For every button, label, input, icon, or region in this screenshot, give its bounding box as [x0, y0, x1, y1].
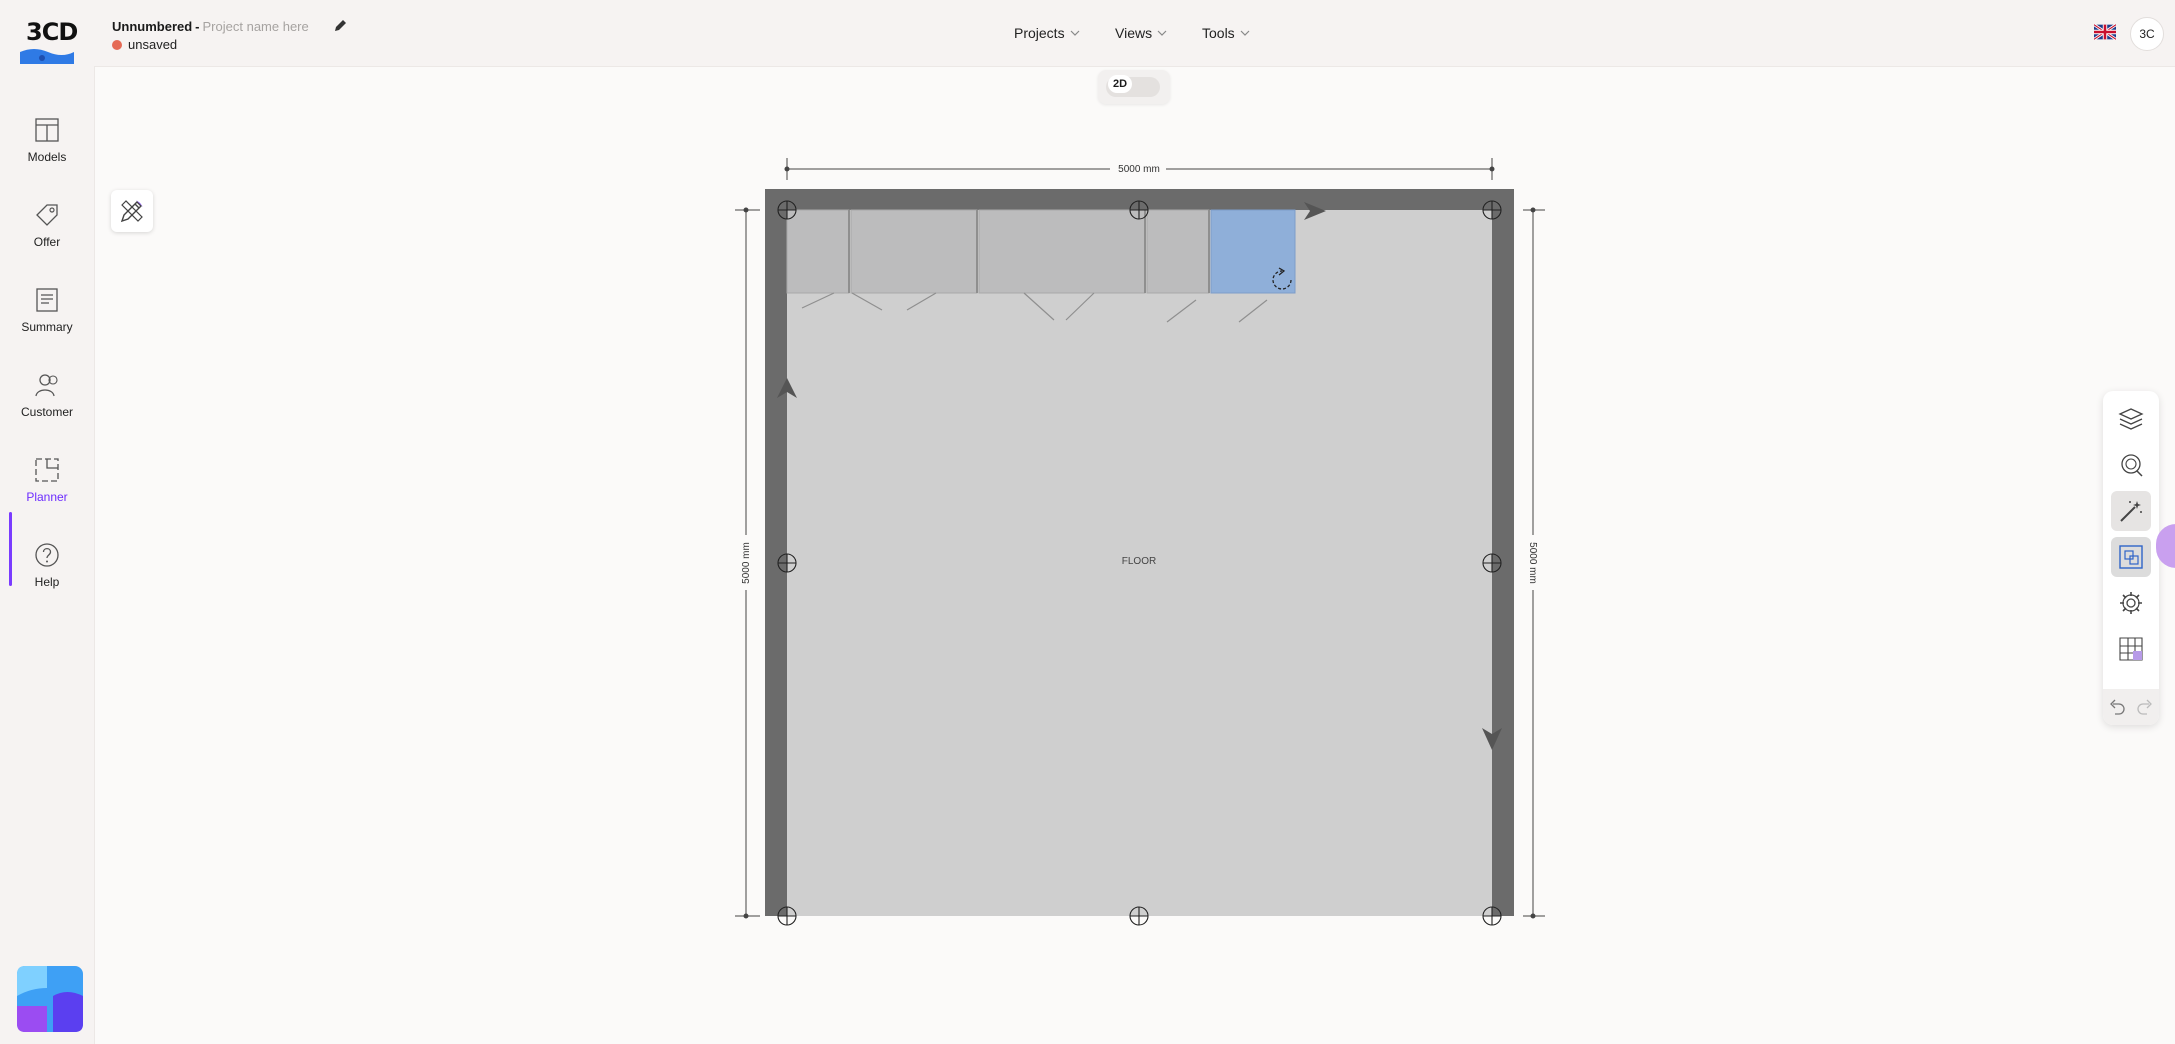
floor-label: FLOOR: [1122, 556, 1156, 567]
save-status: unsaved: [112, 37, 177, 52]
cabinet[interactable]: [786, 209, 850, 294]
sidebar-item-label: Summary: [21, 320, 73, 334]
cabinet[interactable]: [978, 209, 1146, 294]
status-dot-icon: [112, 39, 122, 50]
summary-icon: [36, 288, 58, 312]
right-dimension-label: 5000 mm: [1527, 542, 1538, 584]
models-icon: [35, 118, 59, 142]
app-logo[interactable]: 3CD: [18, 14, 78, 66]
title-separator: -: [195, 19, 200, 34]
search-zoom-icon: [2121, 454, 2143, 477]
view-mode-toggle[interactable]: 2D: [1098, 70, 1170, 104]
width-dimension-label: 5000 mm: [1118, 164, 1160, 175]
right-toolbar: [2103, 391, 2159, 725]
sidebar-item-help[interactable]: Help: [0, 541, 94, 589]
toggle-2d-label: 2D: [1108, 75, 1132, 93]
layers-button[interactable]: [2111, 399, 2151, 439]
customer-icon: [35, 374, 58, 397]
sidebar-item-label: Customer: [20, 405, 73, 419]
project-title[interactable]: Unnumbered - Project name here: [112, 19, 309, 34]
sidebar-item-summary[interactable]: Summary: [0, 286, 94, 334]
sidebar: Models Offer Summary Customer Planner He…: [0, 66, 95, 1044]
select-area-button[interactable]: [2111, 537, 2151, 577]
tag-icon: [36, 204, 58, 226]
nav-views[interactable]: Views: [1115, 25, 1167, 41]
magic-wand-button[interactable]: [2111, 491, 2151, 531]
wall-direction-arrow-icon: [1304, 202, 1326, 220]
nav-projects-label: Projects: [1014, 25, 1065, 41]
zoom-search-button[interactable]: [2111, 445, 2151, 485]
sidebar-item-label: Help: [34, 575, 60, 589]
sidebar-item-offer[interactable]: Offer: [0, 201, 94, 249]
chevron-down-icon: [1240, 30, 1250, 36]
pencil-ruler-icon: [120, 200, 143, 223]
left-dimension-label: 5000 mm: [741, 542, 752, 584]
project-name: Unnumbered: [112, 19, 193, 34]
undo-icon[interactable]: [2107, 697, 2127, 717]
wall-direction-arrow-icon: [777, 378, 797, 398]
cabinet[interactable]: [850, 209, 978, 294]
room-grid-icon: [2119, 637, 2143, 661]
logo-text: 3CD: [26, 18, 78, 46]
nav-tools[interactable]: Tools: [1202, 25, 1250, 41]
room-walls[interactable]: [765, 189, 1514, 916]
history-controls: [2103, 689, 2159, 725]
uk-flag-icon[interactable]: [2094, 24, 2116, 40]
sidebar-item-label: Models: [27, 150, 67, 164]
top-dimension-line: [784, 158, 1495, 180]
layers-icon: [2118, 408, 2144, 430]
sidebar-item-planner[interactable]: Planner: [0, 456, 94, 504]
help-icon: [35, 543, 59, 567]
sidebar-item-label: Offer: [33, 235, 61, 249]
rotate-handle-icon[interactable]: [1272, 267, 1292, 290]
project-name-placeholder[interactable]: Project name here: [203, 19, 309, 34]
selected-cabinet[interactable]: [1210, 209, 1296, 294]
room-grid-button[interactable]: [2111, 629, 2151, 669]
settings-button[interactable]: [2111, 583, 2151, 623]
redo-icon[interactable]: [2135, 697, 2155, 717]
status-text: unsaved: [128, 37, 178, 52]
select-area-icon: [2119, 545, 2143, 569]
right-dimension-line: [1523, 207, 1545, 919]
wall-direction-arrow-icon: [1482, 728, 1502, 750]
sidebar-item-label: Planner: [26, 490, 68, 504]
brand-app-icon[interactable]: [17, 966, 83, 1032]
logo-wave-icon: [20, 49, 74, 64]
nav-tools-label: Tools: [1202, 25, 1235, 41]
sidebar-item-customer[interactable]: Customer: [0, 371, 94, 419]
settings-icon: [2120, 592, 2142, 614]
user-avatar[interactable]: 3C: [2130, 17, 2164, 51]
room-floor[interactable]: [787, 210, 1492, 916]
edit-name-pencil-icon[interactable]: [333, 19, 347, 33]
chevron-down-icon: [1070, 30, 1080, 36]
draw-edit-button[interactable]: [111, 190, 153, 232]
wall-cabinets[interactable]: [786, 209, 1296, 323]
nav-views-label: Views: [1115, 25, 1153, 41]
magic-wand-icon: [2120, 501, 2142, 522]
sidebar-item-models[interactable]: Models: [0, 116, 94, 164]
nav-projects[interactable]: Projects: [1014, 25, 1080, 41]
top-bar: 3CD Unnumbered - Project name here unsaved…: [0, 0, 2175, 67]
wall-nodes[interactable]: [777, 200, 1502, 926]
left-dimension-line: [735, 207, 760, 919]
floor-plan-canvas[interactable]: 5000 mm 5000 mm 5000 mm FLOOR: [0, 0, 2175, 1044]
planner-icon: [35, 458, 59, 482]
chevron-down-icon: [1157, 30, 1167, 36]
cabinet[interactable]: [1146, 209, 1210, 294]
